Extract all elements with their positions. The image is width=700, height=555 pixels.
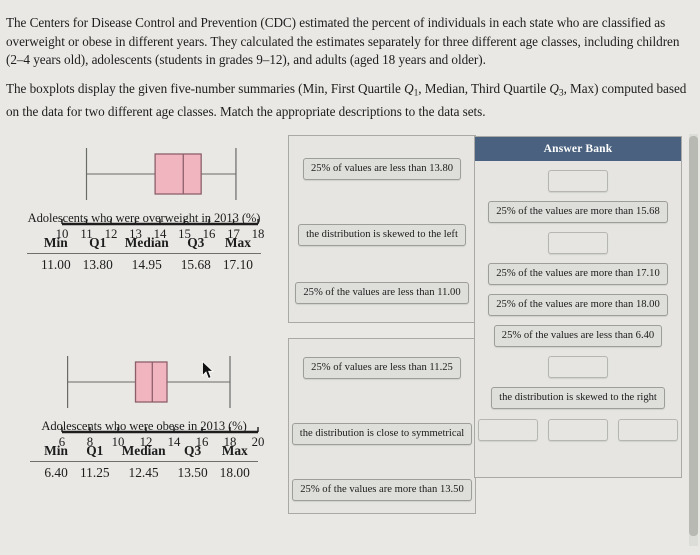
answer-chip[interactable]: 25% of values are less than 11.25: [303, 357, 461, 379]
answer-bank-row: [475, 170, 681, 192]
answer-bank-row: [475, 419, 681, 441]
dropzone-panel-obese[interactable]: 25% of values are less than 11.25 the dis…: [288, 338, 476, 514]
dropzone-slot[interactable]: 25% of values are less than 13.80: [289, 158, 475, 180]
answer-chip[interactable]: 25% of the values are more than 18.00: [488, 294, 668, 316]
axis-tick-label: 15: [178, 227, 191, 241]
answer-bank-row: 25% of the values are more than 17.10: [475, 263, 681, 285]
axis-tick-label: 10: [112, 435, 125, 449]
axis-tick-label: 13: [129, 227, 142, 241]
value-min: 6.40: [44, 465, 68, 480]
boxplot-svg-obese: 6 8 10 12 14 16 18 20: [59, 356, 265, 449]
answer-chip[interactable]: 25% of the values are less than 11.00: [295, 282, 469, 304]
table-row: 11.00 13.80 14.95 15.68 17.10: [27, 254, 261, 274]
boxplot-canvas-overweight: 10 11 12 13 14 15 16 17 18: [0, 138, 288, 241]
answer-chip[interactable]: 25% of values are less than 13.80: [302, 158, 462, 180]
empty-answer-chip[interactable]: [618, 419, 678, 441]
intro-p2-pre: The boxplots display the given five-numb…: [6, 80, 405, 96]
empty-answer-chip[interactable]: [548, 419, 608, 441]
answer-chip[interactable]: the distribution is skewed to the left: [298, 224, 466, 246]
answer-bank-row: [475, 356, 681, 378]
boxplot-canvas-obese: 6 8 10 12 14 16 18 20: [0, 346, 288, 449]
dropzone-panel-overweight[interactable]: 25% of values are less than 13.80 the dis…: [288, 135, 476, 323]
table-row: 6.40 11.25 12.45 13.50 18.00: [30, 462, 258, 482]
axis-tick-label: 14: [154, 227, 167, 241]
axis-tick-label: 12: [140, 435, 153, 449]
value-max: 17.10: [222, 257, 253, 272]
axis-tick-label: 14: [168, 435, 181, 449]
empty-answer-chip[interactable]: [548, 356, 608, 378]
axis-tick-label: 17: [227, 227, 240, 241]
intro-text-block: The Centers for Disease Control and Prev…: [6, 14, 694, 131]
empty-answer-chip[interactable]: [548, 170, 608, 192]
intro-paragraph-2: The boxplots display the given five-numb…: [6, 80, 694, 122]
answer-chip[interactable]: 25% of the values are less than 6.40: [493, 325, 663, 347]
axis-tick-label: 8: [87, 435, 93, 449]
answer-chip[interactable]: the distribution is close to symmetrical: [291, 423, 473, 445]
axis-tick-label: 16: [203, 227, 216, 241]
axis-tick-label: 18: [224, 435, 237, 449]
value-q3: 13.50: [177, 465, 208, 480]
answer-chip[interactable]: the distribution is skewed to the right: [491, 387, 665, 409]
answer-bank-row: 25% of the values are more than 15.68: [475, 201, 681, 223]
answer-bank-row: 25% of the values are less than 6.40: [475, 325, 681, 347]
answer-bank-body[interactable]: 25% of the values are more than 15.68 25%…: [475, 170, 681, 486]
answer-bank-row: 25% of the values are more than 18.00: [475, 294, 681, 316]
dropzone-slot[interactable]: the distribution is skewed to the left: [289, 224, 475, 246]
boxplot-block-obese: 6 8 10 12 14 16 18 20 Adolescents who were obes…: [0, 346, 288, 481]
vertical-scrollbar-thumb[interactable]: [689, 136, 698, 536]
empty-answer-chip[interactable]: [548, 232, 608, 254]
dropzone-slot[interactable]: 25% of values are less than 11.25: [289, 357, 475, 379]
dropzone-slot[interactable]: 25% of the values are less than 11.00: [289, 282, 475, 304]
value-max: 18.00: [219, 465, 250, 480]
value-median: 14.95: [131, 257, 162, 272]
axis-tick-label: 6: [59, 435, 66, 449]
axis-tick-label: 10: [56, 227, 69, 241]
axis-tick-label: 18: [252, 227, 265, 241]
value-median: 12.45: [128, 465, 159, 480]
axis-tick-label: 20: [252, 435, 265, 449]
value-q1: 11.25: [79, 465, 110, 480]
answer-bank-row: [475, 232, 681, 254]
q3-symbol: Q: [549, 80, 559, 96]
q1-symbol: Q: [404, 80, 414, 96]
dropzone-slot[interactable]: 25% of the values are more than 13.50: [289, 479, 475, 501]
dropzone-slot[interactable]: the distribution is close to symmetrical: [289, 423, 475, 445]
value-min: 11.00: [41, 257, 71, 272]
axis-tick-label: 12: [105, 227, 118, 241]
axis-tick-label: 16: [196, 435, 209, 449]
answer-bank-row: the distribution is skewed to the right: [475, 387, 681, 409]
value-q3: 15.68: [180, 257, 211, 272]
answer-chip[interactable]: 25% of the values are more than 15.68: [488, 201, 668, 223]
answer-bank-title: Answer Bank: [475, 137, 681, 161]
empty-answer-chip[interactable]: [478, 419, 538, 441]
boxplot-block-overweight: 10 11 12 13 14 15 16 17 18 Adolescents who were …: [0, 138, 288, 273]
intro-paragraph-1: The Centers for Disease Control and Prev…: [6, 15, 680, 67]
axis-tick-label: 11: [80, 227, 92, 241]
boxplot-svg-overweight: 10 11 12 13 14 15 16 17 18: [56, 148, 265, 241]
intro-p2-mid: , Median, Third Quartile: [418, 80, 550, 96]
value-q1: 13.80: [82, 257, 113, 272]
answer-bank-panel[interactable]: Answer Bank 25% of the values are more t…: [474, 136, 682, 478]
answer-chip[interactable]: 25% of the values are more than 17.10: [488, 263, 668, 285]
answer-chip[interactable]: 25% of the values are more than 13.50: [292, 479, 472, 501]
